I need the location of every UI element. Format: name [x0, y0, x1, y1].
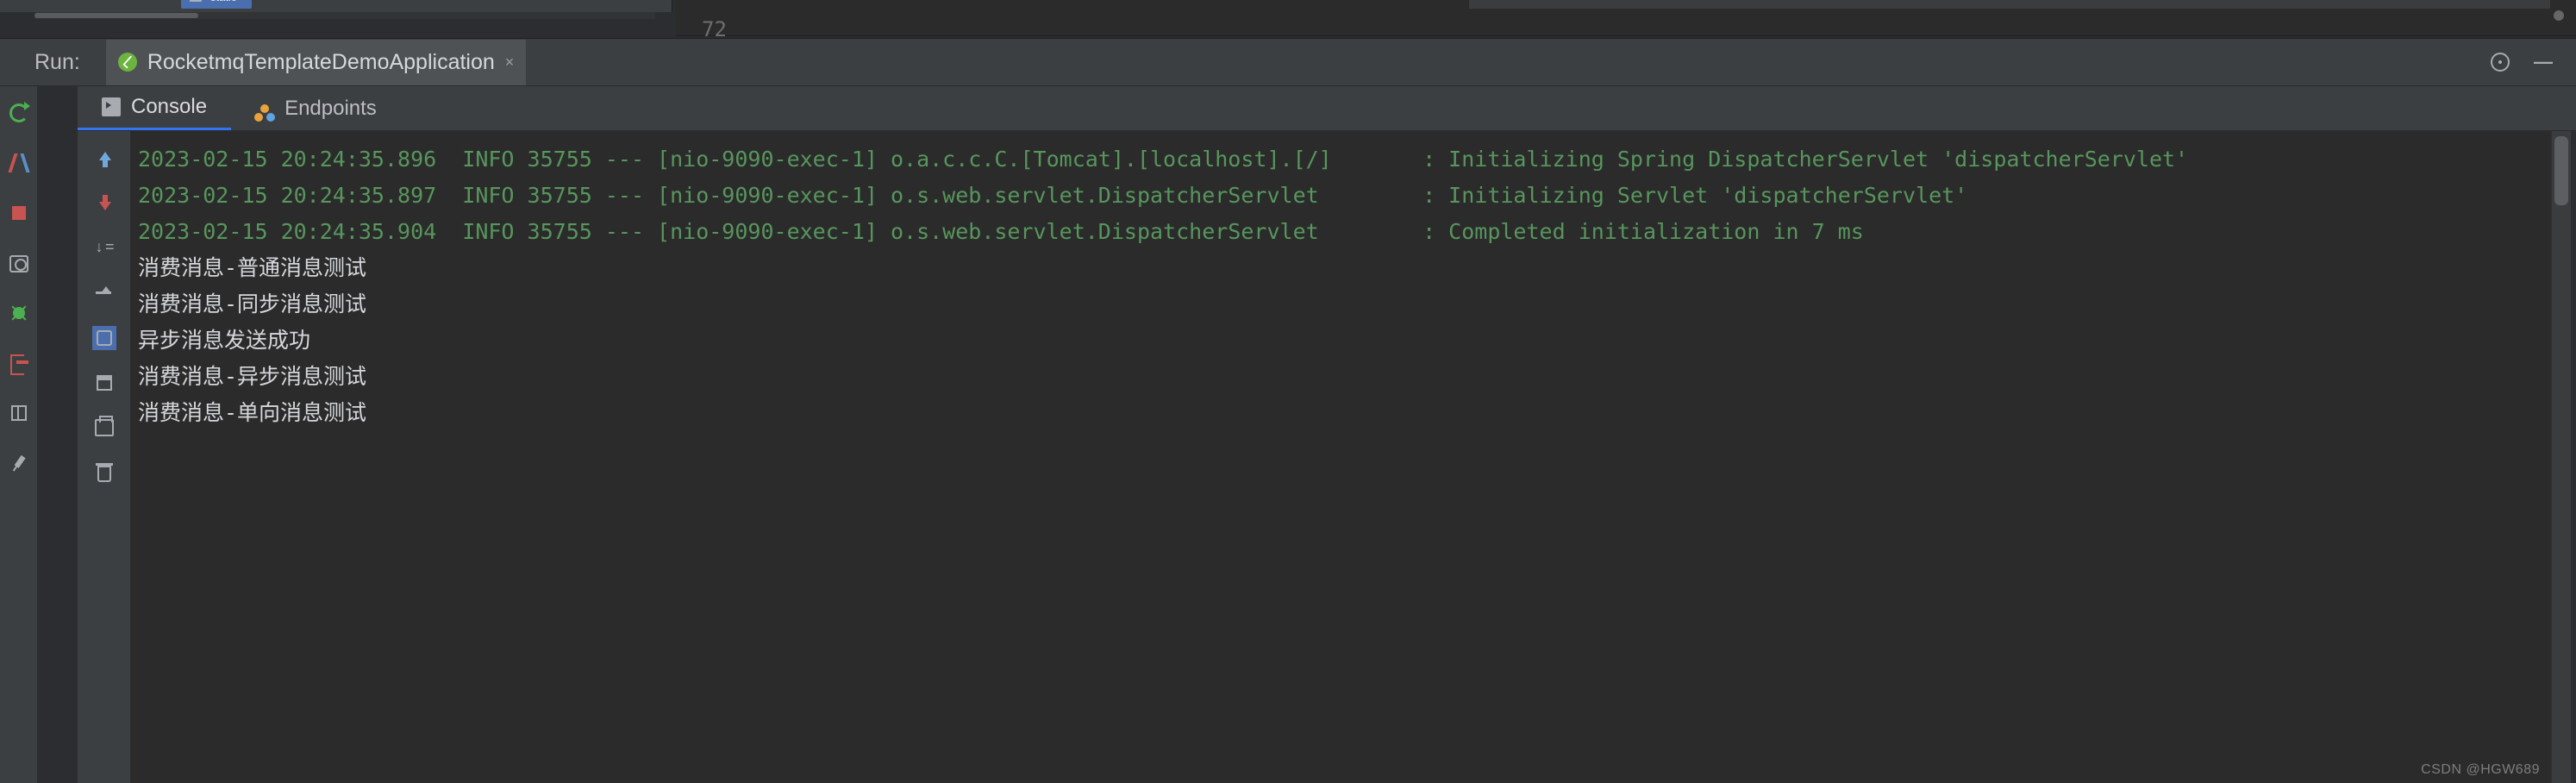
watermark: CSDN @HGW689 — [2421, 762, 2540, 778]
tab-endpoints[interactable]: Endpoints — [231, 86, 401, 130]
editor-area[interactable]: 72 — [676, 0, 2576, 36]
console-output[interactable]: 2023-02-15 20:24:35.896 INFO 35755 --- [… — [131, 131, 2550, 783]
console-line: 异步消息发送成功 — [138, 323, 2543, 359]
toggle-header-icon[interactable] — [92, 371, 116, 395]
console-line: 2023-02-15 20:24:35.904 INFO 35755 --- [… — [138, 214, 2543, 250]
run-header-actions — [2490, 52, 2554, 72]
scrollbar-thumb[interactable] — [34, 13, 198, 18]
exit-icon[interactable] — [8, 352, 30, 374]
previous-icon[interactable] — [92, 147, 116, 171]
folder-icon — [190, 0, 202, 2]
scroll-to-end-icon[interactable] — [92, 281, 116, 305]
run-label: Run: — [34, 50, 80, 75]
editor-gutter-mark[interactable] — [2550, 0, 2567, 36]
pin-icon[interactable] — [3, 448, 34, 479]
editor-scrollbar[interactable] — [1469, 0, 2550, 9]
run-tabs: Console Endpoints — [78, 86, 2576, 131]
project-tree-selected[interactable]: static — [181, 0, 252, 9]
tab-console[interactable]: Console — [78, 86, 231, 130]
run-left-toolbar — [0, 86, 38, 783]
console-line: 消费消息-异步消息测试 — [138, 359, 2543, 395]
run-config-name: RocketmqTemplateDemoApplication — [147, 50, 495, 75]
project-tree[interactable]: static — [0, 0, 672, 12]
close-icon[interactable]: × — [505, 53, 515, 72]
next-icon[interactable] — [92, 191, 116, 216]
print-icon[interactable] — [92, 416, 116, 440]
console-line: 消费消息-同步消息测试 — [138, 286, 2543, 323]
debug-icon[interactable] — [8, 302, 30, 324]
rerun-icon[interactable] — [8, 102, 30, 124]
console-line: 2023-02-15 20:24:35.896 INFO 35755 --- [… — [138, 141, 2543, 178]
stop-icon[interactable] — [8, 202, 30, 224]
console-icon — [102, 97, 121, 116]
endpoints-icon — [255, 99, 274, 118]
console-line: 消费消息-普通消息测试 — [138, 250, 2543, 286]
soft-wrap-icon[interactable] — [92, 236, 116, 260]
clear-all-icon[interactable] — [92, 460, 116, 485]
project-tree-scrollbar[interactable] — [34, 12, 655, 19]
dump-threads-icon[interactable] — [8, 252, 30, 274]
console-line: 2023-02-15 20:24:35.897 INFO 35755 --- [… — [138, 178, 2543, 214]
run-config-tab[interactable]: RocketmqTemplateDemoApplication × — [106, 40, 526, 85]
toggle-wrap-icon[interactable] — [92, 326, 116, 350]
console-scrollbar[interactable] — [2552, 131, 2571, 783]
project-tree-selected-label: static — [210, 0, 236, 3]
console-line: 消费消息-单向消息测试 — [138, 395, 2543, 431]
hide-icon[interactable] — [2533, 52, 2554, 72]
gear-icon[interactable] — [2490, 52, 2510, 72]
edit-config-icon[interactable] — [8, 152, 30, 174]
layout-icon[interactable] — [8, 402, 30, 424]
tab-endpoints-label: Endpoints — [284, 97, 377, 121]
run-toolwindow-header: Run: RocketmqTemplateDemoApplication × — [0, 38, 2576, 86]
console-toolbar — [78, 131, 131, 783]
spring-boot-icon — [118, 53, 137, 72]
scrollbar-thumb[interactable] — [2554, 136, 2568, 205]
tab-console-label: Console — [131, 95, 207, 119]
